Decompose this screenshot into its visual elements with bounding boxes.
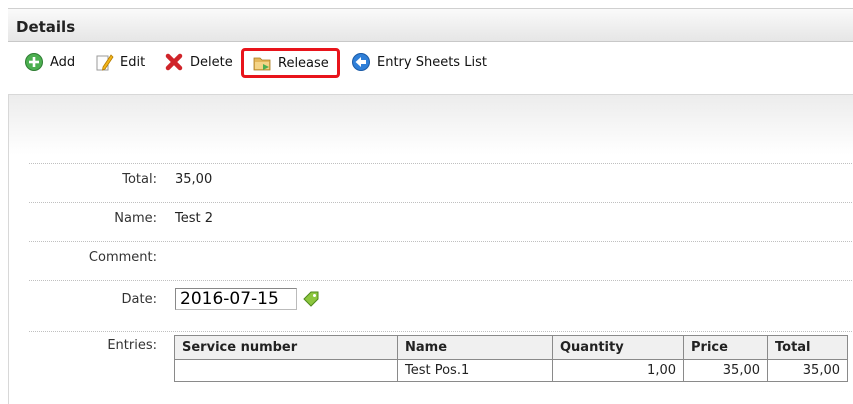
- delete-label: Delete: [190, 54, 233, 70]
- page-title: Details: [16, 18, 76, 36]
- col-total: Total: [767, 335, 848, 360]
- date-row: Date: 2016-07-15: [29, 280, 853, 310]
- entries-row: Entries:: [29, 331, 853, 353]
- edit-pencil-icon: [94, 52, 114, 72]
- calendar-picker-icon[interactable]: [302, 290, 320, 308]
- toolbar: Add Edit Delete Release Entry Sheets Lis…: [8, 46, 853, 80]
- comment-label: Comment:: [88, 250, 157, 265]
- edit-label: Edit: [120, 54, 146, 70]
- release-folder-icon: [252, 53, 272, 73]
- details-header: Details: [8, 8, 853, 42]
- entry-sheets-list-button[interactable]: Entry Sheets List: [351, 51, 487, 73]
- date-label: Date:: [121, 292, 157, 307]
- name-row: Name: Test 2: [29, 202, 853, 226]
- table-row[interactable]: Test Pos.1 1,00 35,00 35,00: [174, 359, 848, 382]
- cell-name: Test Pos.1: [397, 359, 553, 382]
- add-icon: [24, 52, 44, 72]
- add-button[interactable]: Add: [24, 51, 75, 73]
- name-label: Name:: [114, 211, 157, 226]
- total-value: 35,00: [175, 172, 213, 187]
- col-price: Price: [683, 335, 768, 360]
- entry-sheets-list-label: Entry Sheets List: [377, 54, 487, 70]
- back-arrow-icon: [351, 52, 371, 72]
- col-quantity: Quantity: [552, 335, 684, 360]
- name-value: Test 2: [175, 211, 214, 226]
- release-label: Release: [278, 55, 329, 71]
- entries-table: Service number Name Quantity Price Total…: [174, 335, 848, 382]
- cell-quantity: 1,00: [552, 359, 684, 382]
- col-service-number: Service number: [174, 335, 398, 360]
- edit-button[interactable]: Edit: [94, 51, 145, 73]
- table-header-row: Service number Name Quantity Price Total: [174, 335, 848, 360]
- delete-button[interactable]: Delete: [164, 51, 233, 73]
- total-label: Total:: [122, 172, 157, 187]
- cell-price: 35,00: [683, 359, 768, 382]
- cell-total: 35,00: [767, 359, 848, 382]
- release-button[interactable]: Release: [241, 48, 340, 78]
- date-field[interactable]: 2016-07-15: [175, 288, 297, 310]
- comment-row: Comment:: [29, 241, 853, 265]
- delete-icon: [164, 52, 184, 72]
- cell-service-number: [174, 359, 398, 382]
- col-name: Name: [397, 335, 553, 360]
- add-label: Add: [50, 54, 76, 70]
- total-row: Total: 35,00: [29, 163, 853, 187]
- entries-label: Entries:: [107, 338, 157, 353]
